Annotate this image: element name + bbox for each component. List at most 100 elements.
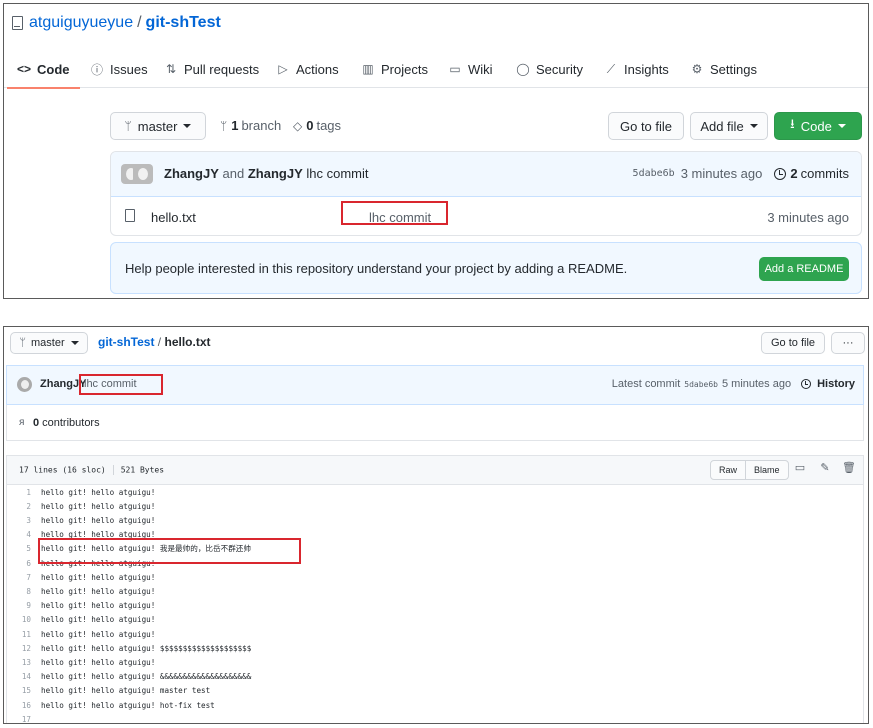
shield-icon: ◯ bbox=[516, 62, 530, 76]
line-number[interactable]: 3 bbox=[7, 516, 41, 525]
add-file-label: Add file bbox=[700, 118, 744, 134]
commit-sha-link[interactable]: 5dabe6b bbox=[633, 168, 675, 179]
repo-separator: / bbox=[137, 14, 142, 31]
branch-icon: ᛘ bbox=[19, 337, 26, 349]
commit-joiner: and bbox=[222, 166, 245, 181]
commit-author-link[interactable]: ZhangJY bbox=[248, 166, 303, 181]
branch-label: branch bbox=[241, 118, 282, 133]
commit-author-link[interactable]: ZhangJY bbox=[164, 166, 219, 181]
tab-wiki[interactable]: ▭ Wiki bbox=[448, 50, 493, 88]
branch-select-button[interactable]: ᛘ master bbox=[10, 332, 88, 354]
line-number[interactable]: 4 bbox=[7, 530, 41, 539]
branch-select-button[interactable]: ᛘ master bbox=[110, 112, 206, 140]
history-icon bbox=[774, 167, 787, 180]
file-age: 3 minutes ago bbox=[767, 210, 849, 225]
branches-link[interactable]: ᛘ 1 branch bbox=[220, 118, 281, 133]
line-number[interactable]: 7 bbox=[7, 573, 41, 582]
tab-label: Code bbox=[37, 61, 70, 77]
tag-label: tags bbox=[316, 118, 342, 133]
line-number[interactable]: 13 bbox=[7, 658, 41, 667]
line-text: hello git! hello atguigu! master test bbox=[41, 686, 211, 696]
tags-link[interactable]: ◇ 0 tags bbox=[293, 118, 341, 133]
commits-label[interactable]: commits bbox=[801, 166, 849, 181]
line-number[interactable]: 8 bbox=[7, 587, 41, 596]
readme-prompt: Help people interested in this repositor… bbox=[110, 242, 862, 294]
line-number[interactable]: 1 bbox=[7, 488, 41, 497]
code-download-button[interactable]: ⭳ Code bbox=[774, 112, 862, 140]
tab-code[interactable]: <> Code bbox=[7, 50, 79, 89]
breadcrumb: git-shTest / hello.txt bbox=[98, 335, 211, 349]
tab-pull-requests[interactable]: ⇅ Pull requests bbox=[164, 50, 259, 88]
gear-icon: ⚙ bbox=[691, 62, 703, 76]
raw-blame-group: Raw Blame bbox=[710, 460, 789, 480]
add-readme-button[interactable]: Add a README bbox=[759, 257, 849, 281]
tab-security[interactable]: ◯ Security bbox=[516, 50, 583, 88]
download-icon: ⭳ bbox=[790, 116, 795, 131]
breadcrumb-repo-link[interactable]: git-shTest bbox=[98, 335, 154, 349]
highlight-box bbox=[38, 538, 301, 564]
highlight-box bbox=[79, 374, 163, 395]
branch-name: master bbox=[30, 337, 65, 349]
go-to-file-button[interactable]: Go to file bbox=[608, 112, 684, 140]
more-options-button[interactable]: ··· bbox=[831, 332, 865, 354]
line-text: hello git! hello atguigu! bbox=[41, 501, 156, 511]
line-number[interactable]: 6 bbox=[7, 559, 41, 568]
tab-issues[interactable]: ⓘ Issues bbox=[90, 50, 148, 88]
breadcrumb-separator: / bbox=[157, 335, 162, 349]
tab-label: Wiki bbox=[468, 61, 493, 77]
line-number[interactable]: 5 bbox=[7, 544, 41, 553]
commit-message-link[interactable]: lhc commit bbox=[306, 166, 368, 181]
tab-projects[interactable]: ▥ Projects bbox=[361, 50, 428, 88]
blame-button[interactable]: Blame bbox=[745, 461, 788, 479]
line-number[interactable]: 9 bbox=[7, 601, 41, 610]
code-line: 3 hello git! hello atguigu! bbox=[7, 513, 155, 527]
line-text: hello git! hello atguigu! bbox=[41, 515, 156, 525]
line-number[interactable]: 2 bbox=[7, 502, 41, 511]
commit-age: 5 minutes ago bbox=[721, 378, 792, 390]
tab-label: Security bbox=[536, 61, 583, 77]
file-name-link[interactable]: hello.txt bbox=[151, 210, 196, 225]
code-line: 1 hello git! hello atguigu! bbox=[7, 485, 155, 499]
file-row[interactable]: hello.txt lhc commit 3 minutes ago bbox=[111, 197, 861, 235]
line-number[interactable]: 16 bbox=[7, 701, 41, 710]
contributors-text[interactable]: 0 contributors bbox=[33, 417, 100, 429]
commit-meta: Latest commit 5dabe6b 5 minutes ago Hist… bbox=[612, 378, 855, 390]
contributors-count: 0 bbox=[33, 417, 40, 429]
go-to-file-button[interactable]: Go to file bbox=[761, 332, 825, 354]
line-text: hello git! hello atguigu! &&&&&&&&&&&&&&… bbox=[41, 672, 252, 682]
commits-count[interactable]: 2 bbox=[790, 166, 797, 181]
pull-request-icon: ⇅ bbox=[165, 62, 177, 76]
line-number[interactable]: 14 bbox=[7, 672, 41, 681]
line-number[interactable]: 11 bbox=[7, 630, 41, 639]
line-number[interactable]: 10 bbox=[7, 615, 41, 624]
tab-label: Projects bbox=[381, 61, 428, 77]
branch-icon: ᛘ bbox=[124, 119, 132, 133]
avatar[interactable] bbox=[17, 377, 32, 392]
raw-button[interactable]: Raw bbox=[711, 461, 745, 479]
pencil-icon[interactable]: ✎ bbox=[818, 461, 832, 474]
line-number[interactable]: 12 bbox=[7, 644, 41, 653]
add-file-button[interactable]: Add file bbox=[690, 112, 768, 140]
commit-sha-link[interactable]: 5dabe6b bbox=[684, 380, 718, 389]
code-line: 12 hello git! hello atguigu! $$$$$$$$$$$$… bbox=[7, 641, 251, 655]
tab-settings[interactable]: ⚙ Settings bbox=[690, 50, 757, 88]
code-line: 2 hello git! hello atguigu! bbox=[7, 499, 155, 513]
repo-name-link[interactable]: git-shTest bbox=[146, 14, 221, 32]
people-icon: ᴙ bbox=[19, 417, 25, 428]
line-text: hello git! hello atguigu! bbox=[41, 586, 156, 596]
avatar-pair[interactable] bbox=[121, 164, 153, 184]
line-text: hello git! hello atguigu! bbox=[41, 629, 156, 639]
latest-commit-box: ZhangJY and ZhangJY lhc commit 5dabe6b 3… bbox=[110, 151, 862, 236]
book-icon: ▭ bbox=[449, 62, 461, 76]
tab-actions[interactable]: ▷ Actions bbox=[276, 50, 338, 88]
breadcrumb-file: hello.txt bbox=[164, 335, 211, 349]
file-header: 17 lines (16 sloc) 521 Bytes Raw Blame ▭ … bbox=[6, 455, 864, 485]
code-icon: <> bbox=[17, 62, 32, 76]
trash-icon[interactable]: 🗑 bbox=[842, 461, 856, 474]
line-number[interactable]: 17 bbox=[7, 715, 41, 723]
history-link[interactable]: History bbox=[817, 378, 855, 390]
repo-owner-link[interactable]: atguiguyueyue bbox=[29, 14, 133, 32]
line-number[interactable]: 15 bbox=[7, 686, 41, 695]
tab-insights[interactable]: ⟋ Insights bbox=[604, 50, 669, 88]
desktop-icon[interactable]: ▭ bbox=[793, 461, 807, 474]
